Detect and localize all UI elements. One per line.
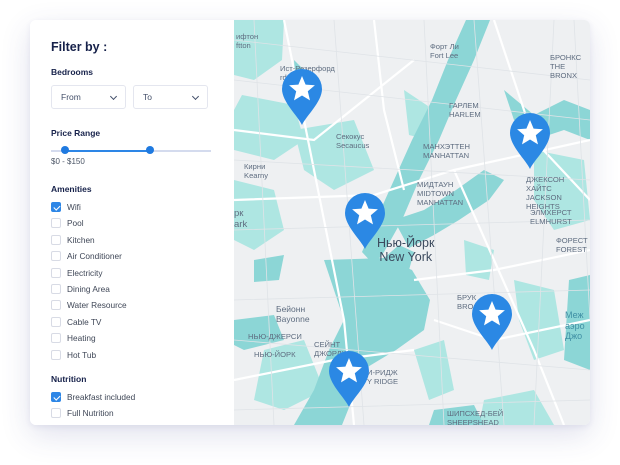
price-max-handle[interactable] xyxy=(146,146,155,154)
filter-option-label: Kitchen xyxy=(67,234,95,245)
chevron-down-icon xyxy=(191,92,200,101)
map-label-newark: рк ark xyxy=(234,208,248,230)
bedrooms-label: Bedrooms xyxy=(51,67,94,77)
amenities-label: Amenities xyxy=(51,184,92,194)
filter-option-label: Hot Tub xyxy=(67,349,97,360)
map-label-forest: ФОРЕСТ FOREST xyxy=(556,236,588,254)
checkbox[interactable] xyxy=(51,316,61,327)
checkbox-checked[interactable] xyxy=(51,392,61,402)
search-card: Filter by : Bedrooms From To Price Range… xyxy=(30,20,590,425)
price-range-fill xyxy=(65,150,151,152)
filter-option-label: Pool xyxy=(67,218,84,229)
filter-option-label: Water Resource xyxy=(67,300,127,311)
map-pin-star-icon[interactable] xyxy=(343,192,387,250)
map-label-airport: Меж аэро Джо xyxy=(565,310,585,341)
checkbox[interactable] xyxy=(51,267,61,278)
map-pin-star-icon[interactable] xyxy=(470,293,514,351)
filter-option-label: Dining Area xyxy=(67,284,110,294)
checkbox[interactable] xyxy=(51,218,61,229)
map-label-midtown: МИДТАУН MIDTOWN MANHATTAN xyxy=(417,180,464,207)
bedrooms-from-value: From xyxy=(61,92,81,102)
map-label-elmhurst: ЭЛМХЕРСТ ELMHURST xyxy=(530,208,572,226)
map-label-bay-ridge: И-РИДЖ Y RIDGE xyxy=(367,368,399,386)
map-pin-star-icon[interactable] xyxy=(327,350,371,408)
price-range-value: $0 - $150 xyxy=(51,157,85,166)
checkbox[interactable] xyxy=(51,300,61,311)
map-label-secaucus: Секокус Secaucus xyxy=(336,132,370,150)
price-range-label: Price Range xyxy=(51,128,101,138)
map-view[interactable]: ифтон ftton Ист-Резерфорд rd Форт Ли For… xyxy=(234,20,590,425)
map-label-new-york-2: НЬЮ-ЙОРК xyxy=(254,350,296,359)
map-label-bronx: БРОНКС THE BRONX xyxy=(550,53,582,80)
map-label-new-jersey: НЬЮ-ДЖЕРСИ xyxy=(248,332,302,341)
checkbox[interactable] xyxy=(51,284,61,294)
bedrooms-from-select[interactable]: From xyxy=(51,85,126,109)
filter-option-label: Full Nutrition xyxy=(67,408,114,419)
bedrooms-to-select[interactable]: To xyxy=(133,85,208,109)
checkbox[interactable] xyxy=(51,408,61,419)
filter-sidebar: Filter by : Bedrooms From To Price Range… xyxy=(30,20,234,425)
filter-option-label: Cable TV xyxy=(67,316,102,327)
filter-option-label: Heating xyxy=(67,333,96,344)
map-label-harlem: ГАРЛЕМ HARLEM xyxy=(449,101,481,119)
checkbox-checked[interactable] xyxy=(51,202,61,212)
bedrooms-to-value: To xyxy=(143,92,152,102)
map-pin-star-icon[interactable] xyxy=(280,68,324,126)
chevron-down-icon xyxy=(109,92,118,101)
filter-option-label: Breakfast included xyxy=(67,392,136,402)
price-min-handle[interactable] xyxy=(61,146,70,154)
checkbox[interactable] xyxy=(51,333,61,344)
filter-option-label: Air Conditioner xyxy=(67,251,122,262)
checkbox[interactable] xyxy=(51,349,61,360)
map-label-guttenberg: ифтон ftton xyxy=(236,32,259,50)
filter-option-label: Electricity xyxy=(67,267,103,278)
map-pin-star-icon[interactable] xyxy=(508,112,552,170)
filter-title: Filter by : xyxy=(51,40,108,54)
map-label-fort-lee: Форт Ли Fort Lee xyxy=(430,42,459,60)
checkbox[interactable] xyxy=(51,234,61,245)
filter-option-label: Wifi xyxy=(67,202,81,212)
map-label-manhattan: МАНХЭТТЕН MANHATTAN xyxy=(423,142,470,160)
map-label-bayonne: Бейонн Bayonne xyxy=(276,304,310,324)
map-label-sheepshead: ШИПСХЕД-БЕЙ SHEEPSHEAD xyxy=(447,409,504,425)
map-label-kearny: Кирни Kearny xyxy=(244,162,269,180)
nutrition-label: Nutrition xyxy=(51,374,87,384)
map-label-jackson-heights: ДЖЕКСОН ХАЙТС JACKSON HEIGHTS xyxy=(526,175,565,211)
checkbox[interactable] xyxy=(51,251,61,262)
